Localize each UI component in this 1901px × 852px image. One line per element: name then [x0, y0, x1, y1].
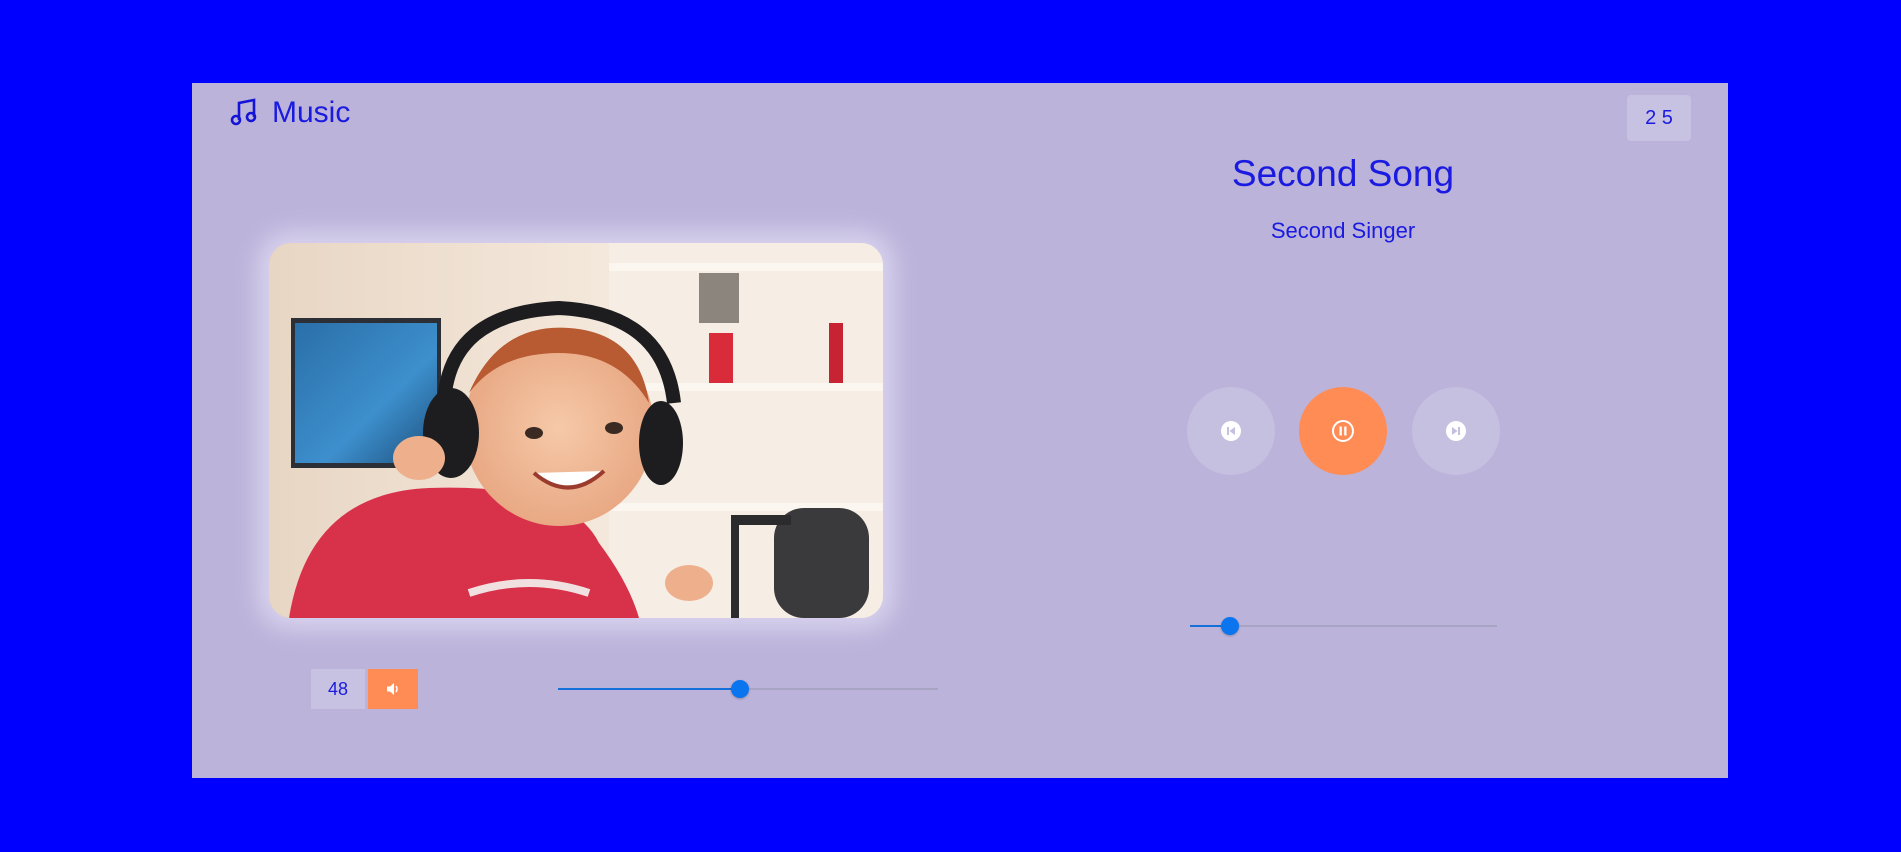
player-panel: Music 2 5 48 Second Song Second Singer [192, 83, 1728, 778]
track-counter: 2 5 [1627, 95, 1691, 141]
album-art-image [269, 243, 883, 618]
song-title: Second Song [1231, 153, 1455, 194]
next-button[interactable] [1412, 387, 1500, 475]
volume-slider-thumb[interactable] [731, 680, 750, 698]
previous-button[interactable] [1187, 387, 1275, 475]
next-track-icon [1446, 421, 1466, 441]
pause-icon [1332, 420, 1354, 442]
app-title: Music [272, 96, 351, 129]
album-art [269, 243, 883, 618]
volume-value: 48 [311, 669, 365, 709]
previous-track-icon [1221, 421, 1241, 441]
play-pause-button[interactable] [1299, 387, 1387, 475]
volume-control: 48 [311, 669, 938, 709]
progress-slider[interactable] [1190, 616, 1497, 636]
speaker-icon [387, 683, 398, 695]
mute-button[interactable] [368, 669, 418, 709]
volume-slider-fill [558, 688, 741, 690]
progress-slider-thumb[interactable] [1220, 617, 1239, 635]
app-header: Music [230, 93, 350, 133]
music-note-icon [230, 98, 257, 126]
song-artist: Second Singer [1270, 218, 1416, 243]
volume-slider[interactable] [558, 679, 938, 699]
